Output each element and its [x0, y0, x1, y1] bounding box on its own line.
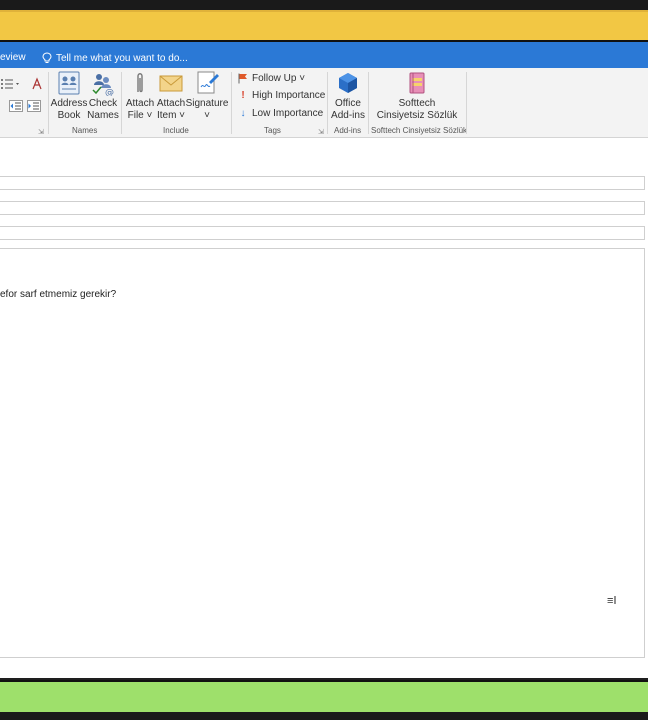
office-addins-label-1: Office	[335, 98, 361, 109]
group-separator	[121, 72, 122, 134]
exclamation-icon: !	[241, 90, 245, 101]
ribbon: ⇲ Address Book @ Check Names Names Attac…	[0, 68, 648, 138]
paperclip-icon	[137, 73, 143, 93]
subject-field[interactable]	[0, 226, 645, 240]
attach-file-button[interactable]: Attach File ˅	[125, 70, 155, 122]
message-body[interactable]: efor sarf etmemiz gerekir? ≡Ⅰ	[0, 248, 645, 658]
cc-field[interactable]	[0, 201, 645, 215]
softtech-label-2: Cinsiyetsiz Sözlük	[376, 110, 458, 121]
tell-me-box[interactable]: Tell me what you want to do...	[42, 52, 188, 64]
lightbulb-icon	[42, 52, 52, 63]
check-names-icon: @	[92, 74, 114, 96]
basic-text-dialog-launcher[interactable]: ⇲	[38, 128, 44, 136]
check-names-label-2: Names	[87, 110, 119, 121]
to-field[interactable]	[0, 176, 645, 190]
ribbon-tab-bar: eview Tell me what you want to do...	[0, 42, 648, 68]
tell-me-label: Tell me what you want to do...	[56, 52, 188, 64]
softtech-label-1: Softtech	[398, 98, 436, 109]
names-group-label: Names	[72, 126, 98, 135]
bullets-icon[interactable]	[0, 78, 22, 90]
office-addins-icon	[339, 73, 357, 93]
addins-group-label: Add-ins	[334, 126, 362, 135]
tags-dialog-launcher[interactable]: ⇲	[318, 128, 324, 136]
green-band	[0, 680, 648, 712]
softtech-dictionary-button[interactable]: Softtech Cinsiyetsiz Sözlük	[374, 70, 460, 122]
address-book-button[interactable]: Address Book	[50, 70, 88, 122]
include-group-label: Include	[163, 126, 189, 135]
compose-area: efor sarf etmemiz gerekir? ≡Ⅰ	[0, 138, 648, 678]
address-book-icon	[58, 71, 80, 95]
group-separator	[466, 72, 467, 134]
flag-icon	[238, 73, 247, 84]
attach-item-button[interactable]: Attach Item ˅	[156, 70, 186, 122]
low-importance-label: Low Importance	[252, 108, 324, 119]
down-arrow-icon: ↓	[240, 108, 246, 119]
envelope-icon	[159, 75, 183, 92]
high-importance-label: High Importance	[252, 90, 326, 101]
address-book-label-2: Book	[57, 110, 81, 121]
group-separator	[368, 72, 369, 134]
follow-up-button[interactable]: Follow Up ˅	[238, 73, 305, 84]
softtech-group-label: Softtech Cinsiyetsiz Sözlük	[371, 126, 468, 135]
high-importance-button[interactable]: ! High Importance	[238, 90, 325, 101]
bottom-dark-strip	[0, 712, 648, 720]
signature-button[interactable]: Signature ˅	[185, 70, 229, 122]
attach-file-label-1: Attach	[125, 98, 155, 109]
office-addins-button[interactable]: Office Add-ins	[331, 70, 365, 122]
signature-icon	[197, 71, 219, 94]
attach-item-label-2: Item ˅	[156, 110, 186, 121]
check-names-label-1: Check	[88, 98, 118, 109]
low-importance-button[interactable]: ↓ Low Importance	[238, 108, 324, 119]
dictionary-book-icon	[409, 72, 425, 94]
basic-text-group-partial: ⇲	[0, 68, 48, 138]
group-separator	[327, 72, 328, 134]
attach-file-label-2: File ˅	[127, 110, 153, 121]
decrease-indent-icon[interactable]	[9, 100, 23, 112]
follow-up-label: Follow Up ˅	[252, 73, 306, 84]
yellow-band	[0, 10, 648, 40]
signature-label: Signature	[185, 98, 229, 109]
group-separator	[48, 72, 49, 134]
attach-item-label-1: Attach	[156, 98, 186, 109]
svg-text:@: @	[105, 88, 114, 96]
top-dark-strip	[0, 0, 648, 10]
address-book-label-1: Address	[50, 98, 88, 109]
message-body-text: efor sarf etmemiz gerekir?	[0, 289, 117, 300]
clear-formatting-icon[interactable]	[31, 77, 43, 91]
office-addins-label-2: Add-ins	[331, 110, 365, 121]
check-names-button[interactable]: @ Check Names	[87, 70, 119, 122]
tab-review[interactable]: eview	[0, 52, 26, 63]
signature-dropdown-caret: ˅	[204, 110, 210, 121]
tags-group-label: Tags	[264, 126, 281, 135]
group-separator	[231, 72, 232, 134]
increase-indent-icon[interactable]	[27, 100, 41, 112]
text-cursor-icon: ≡Ⅰ	[607, 595, 617, 607]
